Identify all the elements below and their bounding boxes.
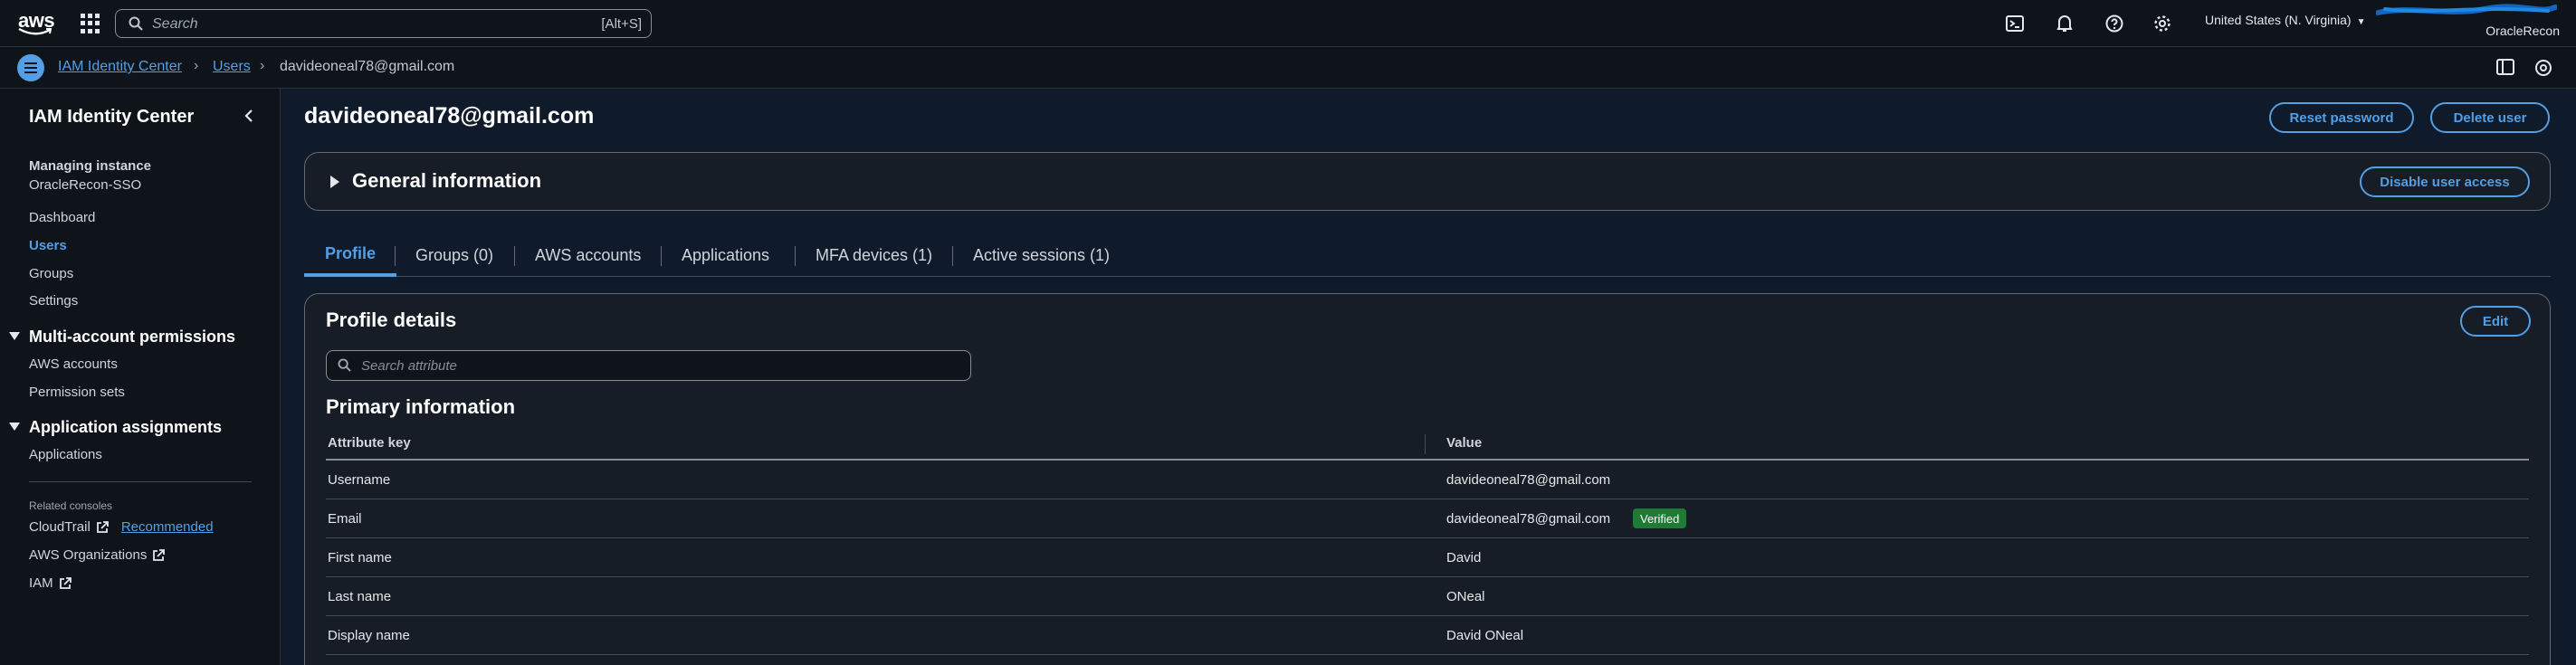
row-key: First name <box>328 550 392 565</box>
general-information-toggle[interactable]: General information <box>352 169 541 193</box>
page-title: davideoneal78@gmail.com <box>304 103 595 128</box>
gear-icon[interactable] <box>2151 12 2174 35</box>
profile-details-panel: Profile details Edit Search attribute Pr… <box>304 293 2551 665</box>
delete-user-button[interactable]: Delete user <box>2430 102 2550 133</box>
tab-profile[interactable]: Profile <box>304 233 397 277</box>
section-app-label: Application assignments <box>29 418 223 436</box>
row-value: David <box>1446 550 1482 565</box>
row-key: Username <box>328 472 391 488</box>
search-shortcut: [Alt+S] <box>601 16 642 32</box>
search-icon <box>338 358 351 372</box>
row-value: David ONeal <box>1446 628 1524 643</box>
breadcrumb-current: davideoneal78@gmail.com <box>280 59 455 74</box>
region-label: United States (N. Virginia) <box>2205 13 2352 27</box>
side-navigation: IAM Identity Center Managing instance Or… <box>0 89 281 665</box>
settings-circle-icon[interactable] <box>2534 59 2552 81</box>
close-sidebar-icon[interactable] <box>243 109 255 123</box>
disable-user-access-button[interactable]: Disable user access <box>2360 166 2530 197</box>
row-key: Last name <box>328 589 392 604</box>
tab-applications[interactable]: Applications <box>661 233 790 277</box>
table-header: Attribute key Value <box>326 426 2529 461</box>
search-attribute-input[interactable]: Search attribute <box>326 350 971 381</box>
bell-icon[interactable] <box>2053 12 2076 35</box>
breadcrumb-identity-center[interactable]: IAM Identity Center <box>58 59 182 75</box>
table-row: Username davideoneal78@gmail.com <box>326 461 2529 499</box>
caret-right-icon[interactable] <box>330 176 339 188</box>
edit-button[interactable]: Edit <box>2460 306 2531 337</box>
smile-icon <box>18 27 52 35</box>
row-key: Display name <box>328 628 410 643</box>
row-value: davideoneal78@gmail.com <box>1446 472 1611 488</box>
breadcrumb: IAM Identity Center › Users › davideonea… <box>0 47 2576 89</box>
related-organizations[interactable]: AWS Organizations <box>29 547 166 563</box>
external-link-icon <box>153 548 166 561</box>
reset-password-button[interactable]: Reset password <box>2269 102 2414 133</box>
caret-down-icon <box>9 423 20 431</box>
attributes-table: Attribute key Value Username davideoneal… <box>326 426 2529 655</box>
profile-details-title: Profile details <box>326 309 457 331</box>
aws-logo[interactable]: aws <box>16 9 55 38</box>
row-key: Email <box>328 511 362 527</box>
sidebar-item-dashboard[interactable]: Dashboard <box>29 210 95 225</box>
search-icon <box>129 16 143 31</box>
related-consoles-label: Related consoles <box>29 499 113 512</box>
breadcrumb-users[interactable]: Users <box>213 59 251 75</box>
table-row: Email davideoneal78@gmail.com Verified <box>326 499 2529 538</box>
sidebar-title: IAM Identity Center <box>29 107 195 127</box>
panel-icon[interactable] <box>2496 59 2514 80</box>
region-selector[interactable]: United States (N. Virginia) ▼ <box>2205 13 2366 27</box>
tab-aws-accounts[interactable]: AWS accounts <box>514 233 662 277</box>
top-navigation: aws Search [Alt+S] United States (N. Vir… <box>0 0 2576 47</box>
help-icon[interactable] <box>2103 12 2126 35</box>
chevron-right-icon: › <box>260 58 265 73</box>
external-link-icon <box>59 576 72 589</box>
iam-link[interactable]: IAM <box>29 575 53 591</box>
sidebar-item-settings[interactable]: Settings <box>29 293 78 309</box>
tab-mfa-devices[interactable]: MFA devices (1) <box>795 233 953 277</box>
related-iam[interactable]: IAM <box>29 575 72 591</box>
sidebar-item-groups[interactable]: Groups <box>29 266 73 281</box>
tab-active-sessions[interactable]: Active sessions (1) <box>952 233 1131 277</box>
related-cloudtrail[interactable]: CloudTrail Recommended <box>29 519 214 535</box>
column-separator <box>1425 434 1426 454</box>
search-placeholder: Search <box>152 16 198 32</box>
sidebar-item-permission-sets[interactable]: Permission sets <box>29 385 125 400</box>
section-multi-account[interactable]: Multi-account permissions <box>9 328 235 347</box>
managing-instance-label: Managing instance <box>29 158 152 174</box>
recommended-link[interactable]: Recommended <box>121 519 214 535</box>
cloudshell-icon[interactable] <box>2003 12 2027 35</box>
tab-list: Profile Groups (0) AWS accounts Applicat… <box>304 233 2551 277</box>
instance-name: OracleRecon-SSO <box>29 177 142 193</box>
sidebar-divider <box>29 481 252 482</box>
column-value: Value <box>1446 435 1483 451</box>
search-attribute-placeholder: Search attribute <box>361 358 457 374</box>
row-value: ONeal <box>1446 589 1485 604</box>
sidebar-item-users[interactable]: Users <box>29 238 67 253</box>
services-grid-icon[interactable] <box>81 14 100 33</box>
section-app-assignments[interactable]: Application assignments <box>9 418 222 437</box>
sidebar-item-applications[interactable]: Applications <box>29 447 102 462</box>
tab-groups[interactable]: Groups (0) <box>395 233 514 277</box>
cloudtrail-link[interactable]: CloudTrail <box>29 519 91 535</box>
external-link-icon <box>96 520 109 533</box>
table-row: First name David <box>326 538 2529 577</box>
sidebar-item-aws-accounts[interactable]: AWS accounts <box>29 356 118 372</box>
caret-down-icon <box>9 332 20 340</box>
table-row: Display name David ONeal <box>326 616 2529 655</box>
general-information-panel: General information Disable user access <box>304 152 2551 211</box>
menu-icon[interactable] <box>17 54 44 81</box>
section-multi-label: Multi-account permissions <box>29 328 236 346</box>
column-attribute-key: Attribute key <box>328 435 411 451</box>
primary-information-title: Primary information <box>326 395 516 418</box>
row-value: davideoneal78@gmail.com <box>1446 511 1611 527</box>
verified-badge: Verified <box>1633 508 1687 528</box>
organizations-link[interactable]: AWS Organizations <box>29 547 147 563</box>
global-search[interactable]: Search [Alt+S] <box>115 9 652 38</box>
redacted-scribble <box>2376 4 2557 15</box>
account-menu[interactable]: OracleRecon <box>2485 24 2560 38</box>
caret-down-icon: ▼ <box>2356 17 2366 27</box>
chevron-right-icon: › <box>194 58 199 73</box>
table-row: Last name ONeal <box>326 577 2529 616</box>
